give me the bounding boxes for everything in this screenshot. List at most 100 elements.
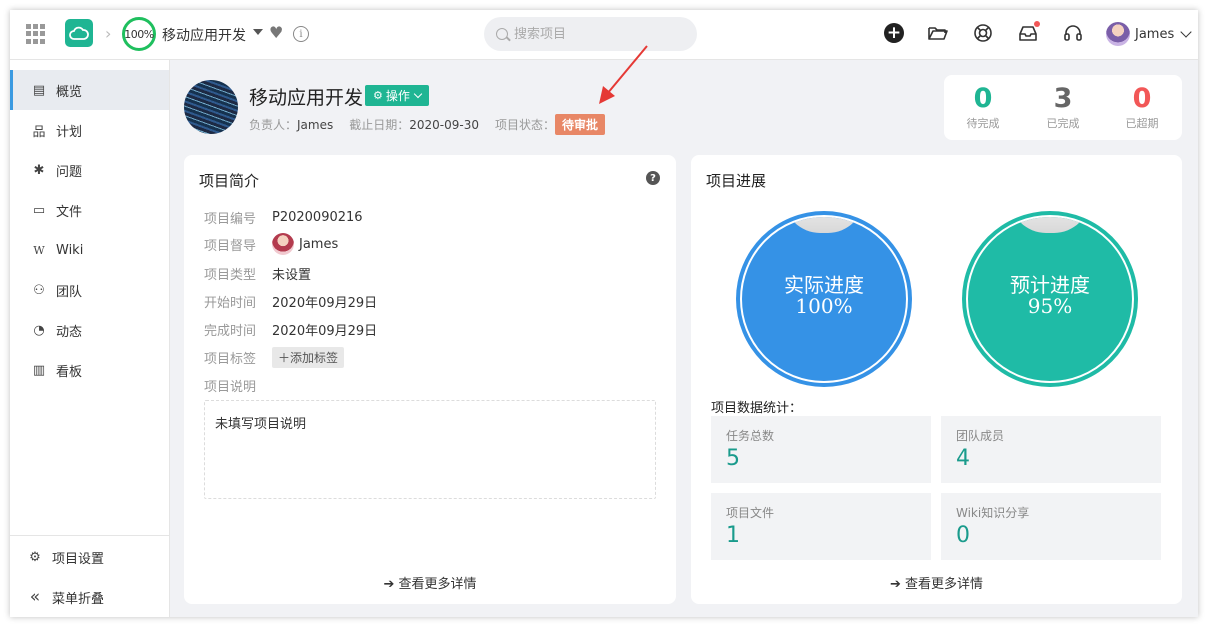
sidebar-item-label: 问题 [56, 164, 83, 180]
stat-box-label: Wiki知识分享 [956, 506, 1030, 520]
planned-progress-cap [1010, 217, 1090, 233]
stat-box-value: 1 [726, 523, 740, 548]
info-key: 开始时间 [204, 296, 257, 311]
info-row-end: 完成时间 2020年09月29日 [204, 320, 377, 339]
intro-more-details-link[interactable]: ➔ 查看更多详情 [184, 573, 676, 592]
sidebar-item-project-settings[interactable]: ⚙ 项目设置 [10, 537, 169, 577]
deadline-label: 截止日期： [349, 118, 410, 132]
app-window: › 100% 移动应用开发 ♥ i + James [10, 10, 1198, 617]
stat-pending[interactable]: 0 待完成 [953, 83, 1013, 131]
project-switcher-name[interactable]: 移动应用开发 [162, 25, 246, 45]
sidebar-item-plan[interactable]: 品 计划 [10, 110, 169, 150]
info-key: 项目督导 [204, 238, 257, 254]
project-progress-card: 项目进展 实际进度 100% 预计进度 95% 项目数据统计： 任务总数 5 团… [691, 155, 1182, 604]
stat-box-label: 团队成员 [956, 429, 1005, 443]
sidebar-collapse-button[interactable]: « 菜单折叠 [10, 577, 169, 617]
intro-card-title: 项目简介 [199, 172, 260, 190]
actual-progress-label: 实际进度 [784, 273, 864, 297]
sidebar-item-overview[interactable]: ▤ 概览 [10, 70, 169, 110]
info-value: P2020090216 [272, 210, 363, 225]
stat-box-members[interactable]: 团队成员 4 [941, 416, 1161, 483]
supervisor-avatar [272, 233, 294, 255]
more-details-label: 查看更多详情 [904, 577, 983, 592]
stat-completed[interactable]: 3 已完成 [1033, 83, 1093, 131]
info-value[interactable]: James [299, 237, 338, 252]
plan-icon: 品 [32, 124, 46, 140]
stat-box-label: 任务总数 [726, 429, 775, 443]
owner-value: James [297, 117, 334, 132]
sidebar-item-label: 菜单折叠 [52, 591, 105, 607]
sidebar-item-activity[interactable]: ◔ 动态 [10, 310, 169, 350]
gear-icon: ⚙ [29, 549, 41, 565]
search-icon [496, 28, 508, 40]
stat-box-wiki[interactable]: Wiki知识分享 0 [941, 493, 1161, 560]
app-logo[interactable] [65, 19, 93, 47]
info-key: 项目编号 [204, 212, 257, 227]
info-row-description: 项目说明 [204, 376, 272, 395]
sidebar: ▤ 概览 品 计划 ✱ 问题 ▭ 文件 W Wiki ⚇ 团队 ◔ 动态 ▥ 看 [10, 60, 170, 617]
sidebar-item-label: 计划 [56, 124, 83, 140]
team-icon: ⚇ [33, 282, 45, 298]
sidebar-item-label: Wiki [56, 242, 84, 258]
wiki-icon: W [33, 243, 45, 257]
sidebar-item-issues[interactable]: ✱ 问题 [10, 150, 169, 190]
sidebar-item-label: 团队 [56, 284, 83, 300]
add-icon[interactable]: + [884, 23, 904, 43]
actual-progress-cap [784, 217, 864, 233]
sidebar-item-files[interactable]: ▭ 文件 [10, 190, 169, 230]
stat-box-tasks[interactable]: 任务总数 5 [711, 416, 931, 483]
help-question-icon[interactable]: ? [646, 171, 660, 185]
stat-completed-value: 3 [1053, 83, 1073, 114]
operations-dropdown-button[interactable]: ⚙ 操作 [365, 85, 429, 106]
help-lifebuoy-icon[interactable] [972, 22, 994, 44]
headset-support-icon[interactable] [1062, 22, 1084, 44]
sidebar-item-label: 动态 [56, 324, 83, 340]
sidebar-divider [10, 535, 169, 536]
info-key: 项目标签 [204, 352, 257, 367]
info-key: 完成时间 [204, 324, 257, 339]
status-badge: 待审批 [555, 114, 606, 135]
project-avatar [184, 80, 238, 134]
user-avatar [1106, 22, 1130, 46]
task-stats-card: 0 待完成 3 已完成 0 已超期 [944, 75, 1182, 140]
description-box[interactable]: 未填写项目说明 [204, 400, 656, 499]
project-intro-card: 项目简介 ? 项目编号 P2020090216 项目督导 James 项目类型 … [184, 155, 676, 604]
operations-label: 操作 [385, 89, 410, 103]
stat-box-files[interactable]: 项目文件 1 [711, 493, 931, 560]
info-row-supervisor: 项目督导 James [204, 233, 338, 255]
stat-completed-label: 已完成 [1046, 117, 1080, 130]
chevron-down-icon [413, 89, 423, 99]
sidebar-item-label: 看板 [56, 364, 83, 380]
project-progress-ring: 100% [122, 17, 156, 51]
sidebar-item-board[interactable]: ▥ 看板 [10, 350, 169, 390]
user-menu[interactable]: James [1106, 22, 1192, 46]
project-info-icon[interactable]: i [293, 26, 309, 42]
project-switcher-caret-icon[interactable] [253, 29, 263, 35]
info-row-code: 项目编号 P2020090216 [204, 208, 363, 227]
favorite-heart-icon[interactable]: ♥ [269, 23, 283, 42]
overview-icon: ▤ [32, 82, 46, 98]
stat-overdue[interactable]: 0 已超期 [1112, 83, 1172, 131]
data-stats-title: 项目数据统计： [711, 401, 803, 416]
stat-overdue-value: 0 [1132, 83, 1152, 114]
sidebar-item-label: 概览 [56, 84, 83, 100]
project-search[interactable] [484, 17, 697, 51]
info-key: 项目类型 [204, 268, 257, 283]
owner-label: 负责人： [249, 118, 298, 132]
arrow-right-icon: ➔ [890, 577, 901, 592]
sidebar-item-team[interactable]: ⚇ 团队 [10, 270, 169, 310]
stat-box-value: 4 [956, 446, 970, 471]
info-value: 未设置 [272, 268, 312, 283]
progress-card-title: 项目进展 [706, 172, 767, 190]
info-row-tags: 项目标签 ＋添加标签 [204, 347, 345, 368]
breadcrumb-chevron-icon: › [105, 24, 112, 43]
info-row-type: 项目类型 未设置 [204, 264, 311, 283]
deadline-value: 2020-09-30 [409, 117, 479, 132]
progress-more-details-link[interactable]: ➔ 查看更多详情 [691, 573, 1182, 592]
add-tag-button[interactable]: ＋添加标签 [272, 347, 345, 368]
sidebar-item-wiki[interactable]: W Wiki [10, 230, 169, 270]
apps-grid-icon[interactable] [26, 24, 46, 44]
info-value: 2020年09月29日 [272, 324, 378, 339]
folder-open-icon[interactable] [927, 22, 949, 44]
folder-icon: ▭ [32, 202, 46, 218]
